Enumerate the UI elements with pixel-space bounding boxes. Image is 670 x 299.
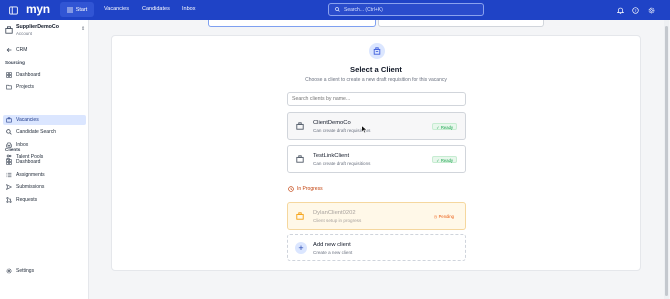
sidebar-item-label: Submissions bbox=[16, 184, 45, 190]
status-badge: ✓ Ready bbox=[432, 156, 457, 163]
client-card-clientdemoco[interactable]: ClientDemoCo Can create draft requisitio… bbox=[287, 112, 466, 140]
sidebar-item-projects[interactable]: Projects bbox=[3, 82, 86, 92]
chevron-updown-icon: ⇕ bbox=[81, 26, 86, 32]
search-icon bbox=[335, 7, 340, 12]
nav-inbox-link[interactable]: Inbox bbox=[182, 6, 195, 12]
sidebar-item-clients-dashboard[interactable]: Dashboard bbox=[3, 157, 86, 167]
send-icon bbox=[6, 184, 12, 190]
sidebar-item-settings[interactable]: Settings bbox=[3, 266, 86, 276]
previous-option-card[interactable] bbox=[208, 20, 376, 27]
client-description: Client setup in progress bbox=[313, 218, 362, 223]
nav-start-button[interactable]: Start bbox=[60, 2, 94, 17]
sidebar-item-submissions[interactable]: Submissions bbox=[3, 182, 86, 192]
client-description: Can create draft requisitions bbox=[313, 161, 371, 166]
sidebar-item-vacancies[interactable]: Vacancies bbox=[3, 115, 86, 125]
client-card-testlinkclient[interactable]: TestLinkClient Can create draft requisit… bbox=[287, 145, 466, 173]
client-card-dylanclient0202: DylanClient0202 Client setup in progress… bbox=[287, 202, 466, 230]
status-badge: ✓ Ready bbox=[432, 123, 457, 130]
mouse-cursor-icon bbox=[361, 125, 368, 134]
building-icon bbox=[369, 43, 385, 59]
page-scrollbar[interactable] bbox=[664, 20, 669, 299]
previous-option-card[interactable] bbox=[378, 20, 544, 27]
nav-candidates-link[interactable]: Candidates bbox=[142, 6, 170, 12]
sidebar-item-label: Dashboard bbox=[16, 159, 41, 165]
building-icon bbox=[5, 26, 13, 34]
nav-vacancies-link[interactable]: Vacancies bbox=[104, 6, 129, 12]
brand-logo[interactable]: myn bbox=[26, 2, 50, 16]
bell-icon[interactable] bbox=[614, 4, 626, 16]
folder-icon bbox=[6, 84, 12, 90]
global-search-input[interactable]: Search... (Ctrl+K) bbox=[328, 3, 484, 16]
building-icon bbox=[296, 212, 304, 220]
help-icon[interactable]: ? bbox=[629, 4, 641, 16]
client-name: TestLinkClient bbox=[313, 153, 350, 159]
grid-icon bbox=[6, 72, 12, 78]
sidebar-item-sourcing-dashboard[interactable]: Dashboard bbox=[3, 70, 86, 80]
sidebar-item-requests[interactable]: Requests bbox=[3, 195, 86, 205]
list-icon bbox=[6, 172, 12, 178]
sidebar-item-label: Candidate Search bbox=[16, 129, 57, 135]
sidebar-toggle-icon[interactable] bbox=[7, 4, 19, 16]
account-switcher[interactable]: SupplierDemoCo Account ⇕ bbox=[4, 24, 86, 40]
sidebar-item-label: Requests bbox=[16, 197, 38, 203]
sidebar-item-label: Vacancies bbox=[16, 117, 39, 123]
sidebar-item-label: Dashboard bbox=[16, 72, 41, 78]
sidebar-item-label: CRM bbox=[16, 47, 28, 53]
top-navigation-bar: myn Start Vacancies Candidates Inbox Sea… bbox=[0, 0, 670, 20]
gear-icon bbox=[6, 268, 12, 274]
svg-text:?: ? bbox=[634, 7, 636, 12]
building-icon bbox=[296, 155, 304, 163]
page-subtitle: Choose a client to create a new draft re… bbox=[305, 77, 447, 83]
status-badge: ◷ Pending bbox=[433, 214, 454, 219]
in-progress-heading: In Progress bbox=[288, 186, 323, 192]
building-icon bbox=[296, 122, 304, 130]
scrollbar-thumb[interactable] bbox=[665, 26, 668, 296]
grid-icon bbox=[6, 159, 12, 165]
sidebar-item-label: Projects bbox=[16, 84, 35, 90]
nav-start-label: Start bbox=[75, 6, 88, 13]
menu-icon bbox=[66, 7, 73, 12]
account-name: SupplierDemoCo bbox=[16, 24, 59, 30]
sidebar-item-crm[interactable]: CRM bbox=[3, 45, 86, 55]
global-search-label: Search... (Ctrl+K) bbox=[344, 6, 383, 13]
client-name: DylanClient0202 bbox=[313, 210, 356, 216]
sidebar-item-candidate-search[interactable]: Candidate Search bbox=[3, 127, 86, 137]
page-title: Select a Client bbox=[350, 65, 402, 74]
add-client-description: Create a new client bbox=[313, 250, 353, 255]
sidebar-section-clients: Clients bbox=[5, 147, 21, 152]
search-icon bbox=[6, 129, 12, 135]
clock-icon bbox=[288, 186, 294, 192]
add-new-client-button[interactable]: + Add new client Create a new client bbox=[287, 234, 466, 261]
sidebar-item-assignments[interactable]: Assignments bbox=[3, 170, 86, 180]
account-type: Account bbox=[16, 31, 32, 36]
client-search-input[interactable] bbox=[287, 92, 466, 106]
arrow-left-icon bbox=[6, 47, 12, 53]
sidebar-item-label: Settings bbox=[16, 268, 35, 274]
settings-icon[interactable] bbox=[645, 4, 657, 16]
plus-icon: + bbox=[295, 242, 307, 254]
briefcase-icon bbox=[6, 117, 12, 123]
sidebar-item-label: Assignments bbox=[16, 172, 45, 178]
add-client-label: Add new client bbox=[313, 242, 351, 248]
client-name: ClientDemoCo bbox=[313, 120, 351, 126]
git-pull-icon bbox=[6, 197, 12, 203]
sidebar-section-sourcing: Sourcing bbox=[5, 60, 25, 65]
